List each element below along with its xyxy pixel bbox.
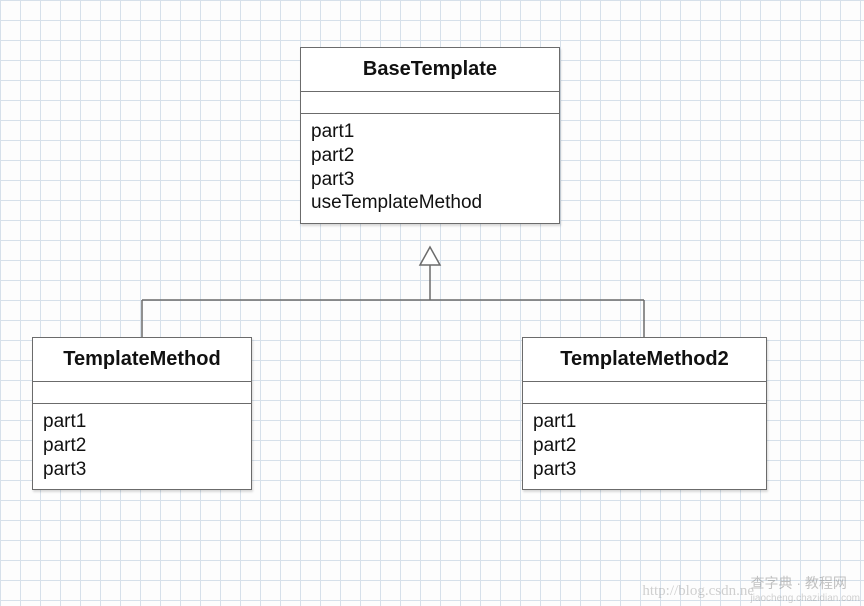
class-attributes-empty xyxy=(33,382,251,404)
class-methods: part1 part2 part3 useTemplateMethod xyxy=(301,114,559,223)
watermark-site-cn: 查字典 · 教程网 xyxy=(750,575,846,591)
class-name: TemplateMethod xyxy=(33,338,251,382)
method: part3 xyxy=(311,168,549,192)
watermark-site: 查字典 · 教程网 jiaocheng.chazidian.com xyxy=(750,573,860,604)
watermark-site-pinyin: jiaocheng.chazidian.com xyxy=(750,593,860,604)
method: part3 xyxy=(43,458,241,482)
watermark-url: http://blog.csdn.ne xyxy=(642,583,754,600)
class-name: TemplateMethod2 xyxy=(523,338,766,382)
method: part2 xyxy=(533,434,756,458)
method: part1 xyxy=(311,120,549,144)
class-methods: part1 part2 part3 xyxy=(523,404,766,489)
uml-class-template-method-2: TemplateMethod2 part1 part2 part3 xyxy=(522,337,767,490)
method: part2 xyxy=(311,144,549,168)
class-methods: part1 part2 part3 xyxy=(33,404,251,489)
uml-class-base: BaseTemplate part1 part2 part3 useTempla… xyxy=(300,47,560,224)
method: part1 xyxy=(43,410,241,434)
uml-class-template-method: TemplateMethod part1 part2 part3 xyxy=(32,337,252,490)
method: part2 xyxy=(43,434,241,458)
inheritance-arrowhead-icon xyxy=(420,247,440,265)
method: part1 xyxy=(533,410,756,434)
class-attributes-empty xyxy=(523,382,766,404)
method: useTemplateMethod xyxy=(311,191,549,215)
class-attributes-empty xyxy=(301,92,559,114)
method: part3 xyxy=(533,458,756,482)
class-name: BaseTemplate xyxy=(301,48,559,92)
